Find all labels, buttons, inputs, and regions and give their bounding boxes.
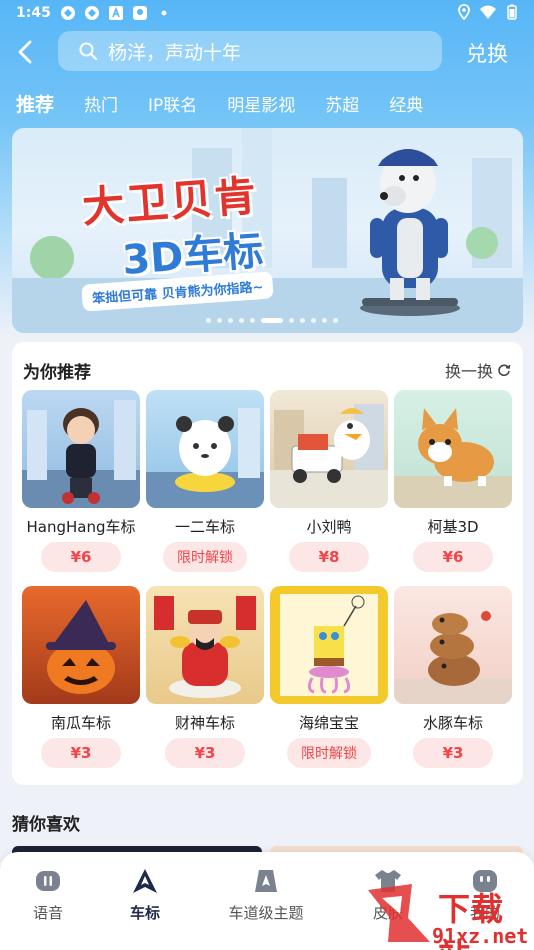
item-name: 财神车标 [174,714,235,732]
lane-theme-icon [255,870,277,892]
pagination-dot [228,318,233,323]
status-bar: 1:45 [0,0,534,28]
item-name: 水豚车标 [422,714,483,732]
pagination-dot [206,318,211,323]
app-notification-icon [61,6,75,20]
tab-recommend[interactable]: 推荐 [16,90,54,117]
refresh-icon [498,364,511,377]
item-thumbnail [146,586,264,704]
nav-voice[interactable]: 语音 [0,866,98,923]
recommend-title: 为你推荐 [23,363,91,383]
shuffle-button[interactable]: 换一换 [445,358,511,382]
redeem-button[interactable]: 兑换 [466,38,508,68]
bear-mascot-image [360,149,460,316]
wifi-icon [480,5,496,19]
item-card[interactable]: HangHang车标 ¥6 [22,390,140,580]
unlock-button[interactable]: 限时解锁 [163,542,247,572]
notification-icons [60,5,172,21]
back-button[interactable] [12,38,40,66]
corgi-image [394,408,512,508]
wealth-god-image [154,596,256,698]
pagination-dot [311,318,316,323]
banner-pagination [206,318,338,323]
watermark-url: 91xz.net [432,924,529,948]
tab-hot[interactable]: 热门 [84,91,118,116]
item-name: 海绵宝宝 [298,714,359,732]
item-thumbnail [270,390,388,508]
item-thumbnail [270,586,388,704]
system-icons [456,4,520,20]
pagination-dot [217,318,222,323]
price-button[interactable]: ¥3 [413,738,493,768]
more-dot-icon [161,10,167,16]
location-notification-icon [133,6,147,20]
pagination-dot [239,318,244,323]
nav-lane-theme[interactable]: 车道级主题 [210,866,322,923]
item-card[interactable]: 柯基3D ¥6 [394,390,512,580]
item-card[interactable]: 水豚车标 ¥3 [394,586,512,776]
item-name: 小刘鸭 [306,518,352,536]
item-thumbnail [394,390,512,508]
location-icon [458,4,470,20]
price-button[interactable]: ¥3 [165,738,245,768]
font-notification-icon [109,6,123,20]
liu-duck-image [270,404,388,508]
price-button[interactable]: ¥6 [41,542,121,572]
item-name: 南瓜车标 [50,714,111,732]
pumpkin-image [46,600,116,694]
yier-panda-image [146,408,264,508]
recommend-panel: 为你推荐 换一换 HangHang车标 ¥6 一二车标 限时解锁 小刘鸭 ¥8 … [12,342,523,785]
status-time: 1:45 [16,5,51,21]
tab-suchao[interactable]: 苏超 [325,91,359,116]
voice-icon [36,871,60,891]
nav-car-logo[interactable]: 车标 [95,866,195,923]
nav-label: 语音 [32,904,63,922]
promo-banner[interactable]: 大卫贝肯 3D车标 笨拙但可靠 贝肯熊为你指路~ [12,128,523,333]
item-card[interactable]: 一二车标 限时解锁 [146,390,264,580]
search-placeholder: 杨洋，声动十年 [108,41,242,64]
pagination-dot [300,318,305,323]
item-thumbnail [394,586,512,704]
search-input[interactable]: 杨洋，声动十年 [58,31,442,71]
price-button[interactable]: ¥3 [41,738,121,768]
pagination-dot [322,318,327,323]
pagination-dot [289,318,294,323]
item-thumbnail [22,390,140,508]
tab-classic[interactable]: 经典 [389,91,423,116]
item-name: 柯基3D [427,518,479,536]
shuffle-label: 换一换 [444,362,493,381]
unlock-button[interactable]: 限时解锁 [287,738,371,768]
item-card[interactable]: 小刘鸭 ¥8 [270,390,388,580]
pagination-dot-active [261,318,283,323]
item-card[interactable]: 财神车标 ¥3 [146,586,264,776]
item-card[interactable]: 南瓜车标 ¥3 [22,586,140,776]
price-button[interactable]: ¥6 [413,542,493,572]
guess-title: 猜你喜欢 [12,815,80,835]
category-tabs: 推荐 热门 IP联名 明星影视 苏超 经典 [16,90,453,117]
item-name: 一二车标 [174,518,235,536]
pagination-dot [250,318,255,323]
hanghang-image [22,400,140,508]
item-name: HangHang车标 [26,518,136,536]
item-thumbnail [22,586,140,704]
nav-label: 车道级主题 [228,904,304,922]
price-button[interactable]: ¥8 [289,542,369,572]
pagination-dot [333,318,338,323]
battery-icon [507,4,517,20]
car-logo-icon [133,869,157,893]
nav-label: 车标 [129,904,160,922]
spongebob-image [280,594,378,696]
tab-stars[interactable]: 明星影视 [227,91,295,116]
search-icon [79,42,98,61]
item-card[interactable]: 海绵宝宝 限时解锁 [270,586,388,776]
app-notification-icon [85,6,99,20]
capybara-image [394,611,512,704]
tab-ip[interactable]: IP联名 [148,91,197,116]
item-thumbnail [146,390,264,508]
